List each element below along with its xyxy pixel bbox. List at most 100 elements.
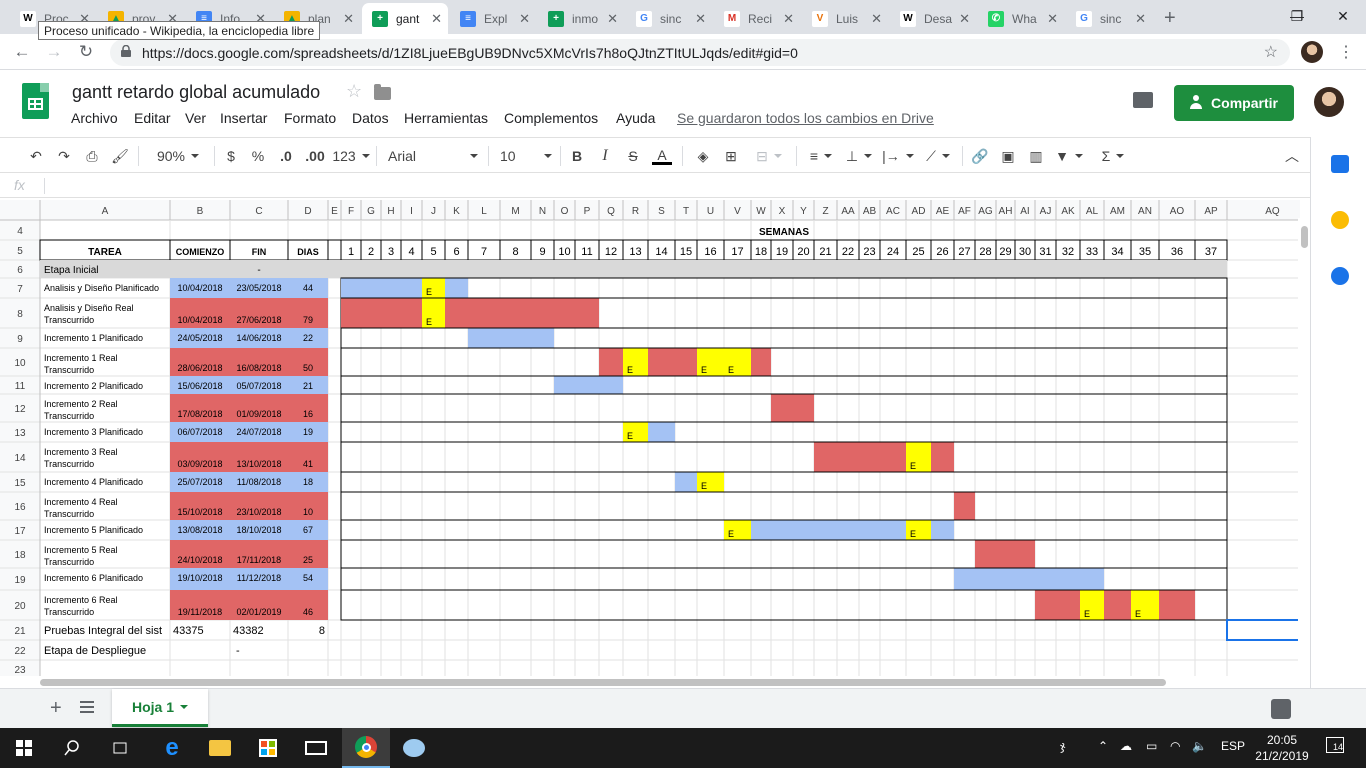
menu-datos[interactable]: Datos <box>352 110 389 126</box>
bookmark-star-icon[interactable]: ☆ <box>1264 42 1278 62</box>
filter-icon[interactable]: ▼ <box>1054 146 1084 166</box>
borders-icon[interactable]: ⊞ <box>722 146 740 166</box>
vertical-align-icon[interactable]: ⊥ <box>844 146 874 166</box>
vertical-scroll-thumb[interactable] <box>1301 226 1308 248</box>
comments-icon[interactable] <box>1133 92 1153 108</box>
people-icon[interactable]: ჯ <box>1060 739 1065 753</box>
tab-close-icon[interactable]: ✕ <box>783 11 794 27</box>
share-button[interactable]: Compartir <box>1174 85 1294 121</box>
font-size-select[interactable]: 10 <box>500 146 552 166</box>
percent-format-button[interactable]: % <box>250 146 266 166</box>
forward-icon[interactable]: → <box>42 40 66 64</box>
spreadsheet-grid[interactable]: 4 5 6 7 8 9 10 11 12 13 14 15 16 17 18 19 20 21 22 23 A B C D E F… <box>0 200 1300 678</box>
tab-close-icon[interactable]: ✕ <box>343 11 354 27</box>
fill-color-icon[interactable]: ◈ <box>694 146 712 166</box>
merge-cells-icon[interactable]: ⊟ <box>750 146 788 166</box>
save-status-link[interactable]: Se guardaron todos los cambios en Drive <box>677 110 934 126</box>
zoom-select[interactable]: 90% <box>150 146 206 166</box>
font-family-select[interactable]: Arial <box>388 146 478 166</box>
reload-icon[interactable]: ↻ <box>74 40 98 64</box>
paint-icon[interactable] <box>390 728 438 768</box>
notifications-icon[interactable]: 14 <box>1326 737 1344 753</box>
menu-complementos[interactable]: Complementos <box>504 110 598 126</box>
formula-input[interactable] <box>50 174 1300 198</box>
browser-menu-icon[interactable]: ⋮ <box>1334 40 1358 64</box>
url-field[interactable]: https://docs.google.com/spreadsheets/d/1… <box>110 39 1290 66</box>
browser-tab-5[interactable]: ≡ Expl ✕ <box>450 3 536 34</box>
browser-tab-9[interactable]: V Luis ✕ <box>802 3 888 34</box>
italic-button[interactable]: I <box>598 146 612 166</box>
star-document-icon[interactable]: ☆ <box>346 81 362 102</box>
menu-ver[interactable]: Ver <box>185 110 206 126</box>
browser-tab-4[interactable]: + gant ✕ <box>362 3 448 34</box>
explore-icon[interactable] <box>1271 699 1291 719</box>
tab-close-icon[interactable]: ✕ <box>871 11 882 27</box>
insert-comment-icon[interactable]: ▣ <box>998 146 1018 166</box>
functions-button[interactable]: Σ <box>1098 146 1128 166</box>
bold-button[interactable]: B <box>570 146 584 166</box>
all-sheets-icon[interactable] <box>80 701 94 713</box>
window-close-button[interactable]: ✕ <box>1320 0 1366 32</box>
horizontal-align-icon[interactable]: ≡ <box>806 146 836 166</box>
browser-tab-12[interactable]: Gsinc ✕ <box>1066 3 1152 34</box>
selected-cell[interactable] <box>1226 619 1300 641</box>
windows-start-icon[interactable] <box>0 728 48 768</box>
horizontal-scroll-thumb[interactable] <box>40 679 1166 686</box>
wifi-icon[interactable]: ◠ <box>1170 739 1180 753</box>
menu-editar[interactable]: Editar <box>134 110 171 126</box>
mail-icon[interactable] <box>292 728 340 768</box>
edge-icon[interactable]: e <box>148 728 196 768</box>
account-avatar[interactable] <box>1314 87 1344 117</box>
print-icon[interactable]: ⎙ <box>82 146 102 166</box>
tab-close-icon[interactable]: ✕ <box>1047 11 1058 27</box>
strikethrough-button[interactable]: S <box>626 146 640 166</box>
currency-format-button[interactable]: $ <box>224 146 238 166</box>
menu-formato[interactable]: Formato <box>284 110 336 126</box>
sheet-tab-hoja1[interactable]: Hoja 1 <box>112 689 208 727</box>
redo-icon[interactable]: ↷ <box>54 146 74 166</box>
store-icon[interactable] <box>244 728 292 768</box>
horizontal-scrollbar[interactable] <box>0 676 1300 688</box>
battery-icon[interactable]: ▭ <box>1146 739 1157 753</box>
tab-close-icon[interactable]: ✕ <box>695 11 706 27</box>
document-title[interactable]: gantt retardo global acumulado <box>72 82 320 103</box>
browser-tab-10[interactable]: W Desa ✕ <box>890 3 976 34</box>
paint-format-icon[interactable]: 🖌 <box>110 146 130 166</box>
browser-tab-8[interactable]: M Reci ✕ <box>714 3 800 34</box>
tab-close-icon[interactable]: ✕ <box>519 11 530 27</box>
keep-icon[interactable] <box>1331 211 1349 229</box>
browser-tab-7[interactable]: Gsinc ✕ <box>626 3 712 34</box>
decrease-decimals-button[interactable]: .0 <box>276 146 296 166</box>
increase-decimals-button[interactable]: .00 <box>302 146 328 166</box>
tab-close-icon[interactable]: ✕ <box>1135 11 1146 27</box>
text-color-button[interactable]: A <box>652 146 672 166</box>
menu-ayuda[interactable]: Ayuda <box>616 110 655 126</box>
menu-insertar[interactable]: Insertar <box>220 110 267 126</box>
text-wrap-icon[interactable]: |→ <box>882 146 914 166</box>
profile-avatar[interactable] <box>1301 41 1323 63</box>
search-icon[interactable] <box>48 728 96 768</box>
tab-close-icon[interactable]: ✕ <box>959 11 970 27</box>
browser-tab-11[interactable]: ✆ Wha ✕ <box>978 3 1064 34</box>
insert-chart-icon[interactable]: ▥ <box>1026 146 1046 166</box>
back-icon[interactable]: ← <box>10 40 34 64</box>
text-rotation-icon[interactable]: ⟋ <box>922 146 954 166</box>
new-tab-button[interactable]: + <box>1154 3 1182 34</box>
tasks-icon[interactable] <box>1331 267 1349 285</box>
insert-link-icon[interactable]: 🔗 <box>970 146 990 166</box>
browser-tab-6[interactable]: + inmo ✕ <box>538 3 624 34</box>
chrome-icon[interactable] <box>342 728 390 768</box>
tab-close-icon[interactable]: ✕ <box>431 11 442 27</box>
menu-herramientas[interactable]: Herramientas <box>404 110 488 126</box>
show-hidden-icons[interactable]: ⌃ <box>1098 739 1108 753</box>
file-explorer-icon[interactable] <box>196 728 244 768</box>
language-indicator[interactable]: ESP <box>1221 739 1245 753</box>
calendar-icon[interactable] <box>1331 155 1349 173</box>
window-maximize-button[interactable]: ❐ <box>1274 0 1320 32</box>
task-view-icon[interactable] <box>96 728 144 768</box>
undo-icon[interactable]: ↶ <box>26 146 46 166</box>
menu-archivo[interactable]: Archivo <box>71 110 118 126</box>
sheets-logo-icon[interactable] <box>22 83 49 119</box>
collapse-menus-icon[interactable]: ︿ <box>1282 146 1302 166</box>
vertical-scrollbar[interactable] <box>1298 218 1310 678</box>
